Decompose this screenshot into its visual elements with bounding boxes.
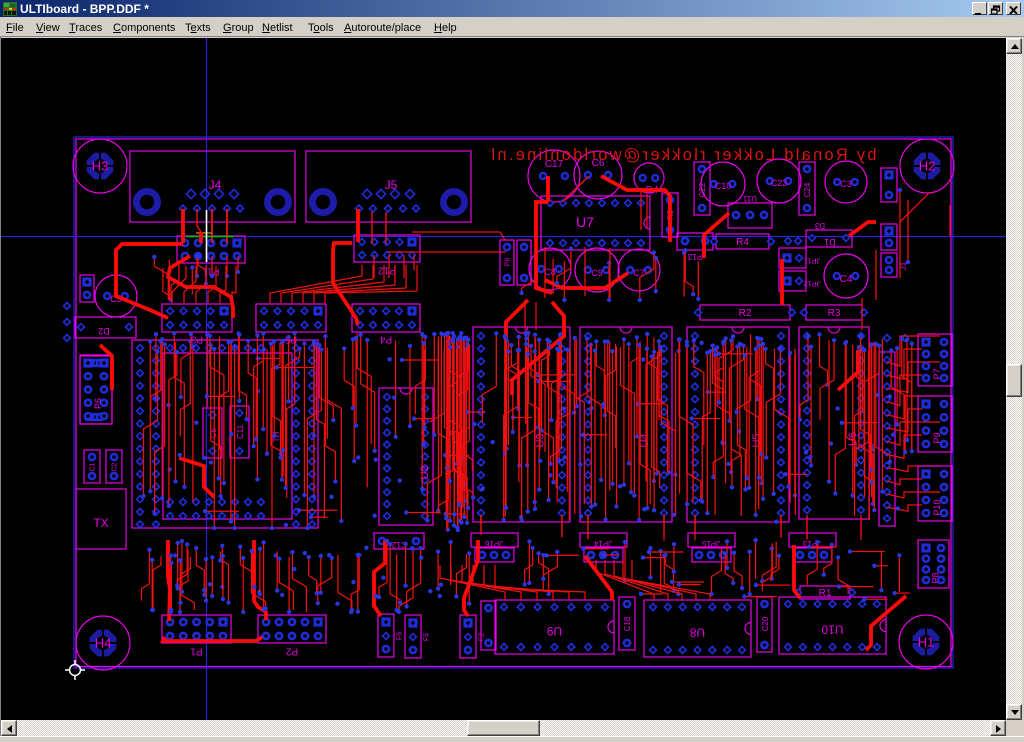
svg-text:C7: C7 [633,268,645,278]
svg-text:F6: F6 [396,632,403,640]
svg-text:C9: C9 [591,268,603,278]
svg-text:H3: H3 [92,159,109,174]
svg-text:P7: P7 [932,368,942,379]
svg-text:H4: H4 [95,636,112,651]
svg-text:C23: C23 [771,178,788,188]
svg-text:D2: D2 [98,326,110,336]
svg-text:TX: TX [93,516,108,530]
svg-text:C10: C10 [715,181,732,191]
svg-text:JP12: JP12 [803,279,820,288]
svg-text:R2: R2 [739,308,752,319]
svg-text:U11: U11 [742,194,757,203]
svg-text:C3: C3 [840,179,852,189]
svg-text:P6: P6 [93,398,103,409]
svg-text:U8: U8 [690,625,706,639]
svg-text:C18: C18 [623,616,632,631]
svg-text:P1: P1 [190,646,203,657]
svg-text:C11: C11 [236,424,245,439]
svg-text:U2: U2 [419,465,431,479]
svg-text:C8: C8 [544,267,556,277]
svg-text:J4: J4 [209,178,222,192]
svg-text:C20: C20 [761,616,770,631]
svg-text:F2: F2 [478,633,485,641]
svg-text:P9: P9 [932,432,942,443]
svg-text:P10: P10 [932,499,942,515]
svg-text:C1: C1 [89,462,96,471]
svg-text:U10: U10 [821,622,843,636]
svg-text:JP16: JP16 [484,539,503,548]
svg-text:P4: P4 [379,334,392,345]
svg-text:C24: C24 [803,182,812,197]
svg-text:F5: F5 [423,633,430,641]
svg-text:U7: U7 [576,214,594,230]
svg-text:JP11: JP11 [804,256,821,265]
svg-text:D1: D1 [824,237,836,247]
svg-text:R4: R4 [736,237,749,248]
svg-text:U9: U9 [547,624,563,638]
svg-text:P2: P2 [285,646,298,657]
svg-text:J5: J5 [385,178,398,192]
svg-text:JP14: JP14 [593,539,612,548]
svg-text:R3: R3 [828,308,841,319]
svg-text:P12: P12 [378,265,396,276]
svg-text:D3: D3 [814,221,825,230]
svg-text:P13: P13 [687,252,702,261]
svg-text:P8: P8 [931,572,941,583]
svg-text:P8: P8 [504,258,511,267]
svg-text:C4: C4 [840,274,853,285]
svg-text:C2: C2 [111,462,118,471]
svg-text:R1: R1 [819,588,832,599]
svg-text:JP15: JP15 [701,539,720,548]
svg-text:H2: H2 [919,159,936,174]
svg-text:H1: H1 [918,635,935,650]
